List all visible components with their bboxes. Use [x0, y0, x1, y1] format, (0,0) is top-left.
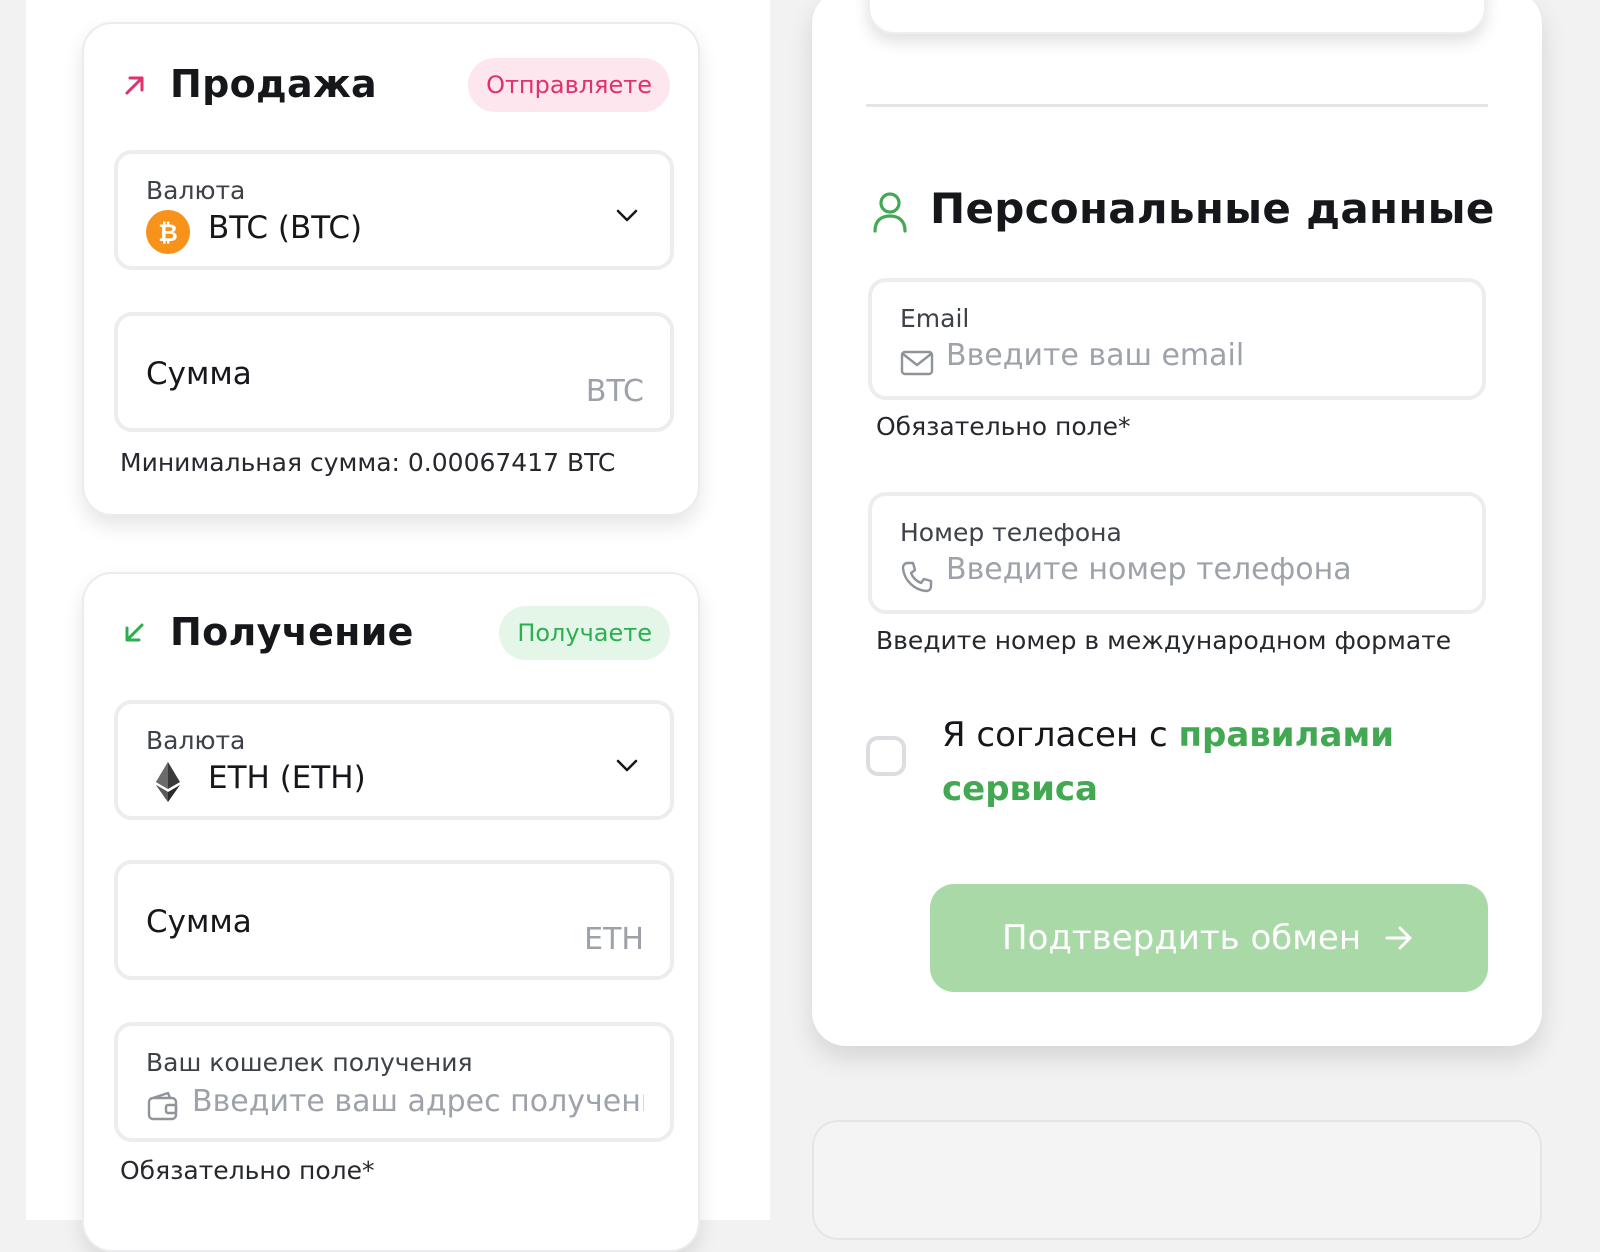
chevron-down-icon[interactable]: [614, 202, 640, 228]
sell-amount-unit: BTC: [585, 374, 644, 409]
wallet-input[interactable]: Введите ваш адрес получения: [192, 1084, 644, 1119]
receive-amount-field[interactable]: Сумма ETH: [114, 860, 674, 980]
phone-label: Номер телефона: [900, 518, 1122, 547]
arrow-down-left-icon: [125, 623, 144, 642]
next-section-card: [812, 1120, 1542, 1240]
receive-card-header: Получение Получаете: [116, 606, 670, 662]
phone-input[interactable]: Введите номер телефона: [946, 552, 1352, 587]
svg-text:₿: ₿: [158, 219, 178, 247]
receive-currency-select[interactable]: Валюта ETH (ETH): [114, 700, 674, 820]
agree-text: Я согласен с правилами сервиса: [942, 708, 1462, 816]
phone-icon: [901, 561, 933, 593]
section-divider: [866, 104, 1488, 107]
sell-currency-select[interactable]: Валюта ₿ BTC (BTC): [114, 150, 674, 270]
sell-card-header: Продажа Отправляете: [116, 58, 670, 114]
phone-field[interactable]: Номер телефона Введите номер телефона: [868, 492, 1486, 614]
receive-badge: Получаете: [499, 606, 670, 660]
sell-amount-label: Сумма: [146, 356, 252, 392]
email-label: Email: [900, 304, 970, 333]
confirm-exchange-button[interactable]: Подтвердить обмен: [930, 884, 1488, 992]
personal-data-title: Персональные данные: [930, 184, 1495, 233]
chevron-down-icon[interactable]: [614, 752, 640, 778]
sell-amount-field[interactable]: Сумма BTC: [114, 312, 674, 432]
receive-currency-value: ETH (ETH): [208, 760, 366, 796]
wallet-required-hint: Обязательно поле*: [120, 1156, 375, 1185]
receive-card: Получение Получаете Валюта ETH (ETH) Сум…: [82, 572, 700, 1252]
previous-section-card: [868, 0, 1486, 34]
mail-icon: [900, 350, 934, 376]
wallet-icon: [147, 1091, 178, 1121]
email-input[interactable]: Введите ваш email: [946, 338, 1244, 373]
receive-amount-unit: ETH: [584, 922, 644, 957]
arrow-right-icon: [1385, 926, 1412, 950]
agree-checkbox[interactable]: [866, 736, 906, 776]
wallet-label: Ваш кошелек получения: [146, 1048, 473, 1077]
agree-prefix: Я согласен с: [942, 715, 1179, 755]
phone-format-hint: Введите номер в международном формате: [876, 626, 1452, 655]
btc-coin-icon: ₿: [146, 210, 190, 254]
sell-min-amount: Минимальная сумма: 0.00067417 BTC: [120, 448, 616, 477]
arrow-up-right-icon: [125, 76, 144, 95]
eth-coin-icon: [156, 762, 180, 802]
send-badge: Отправляете: [468, 58, 670, 112]
receive-title: Получение: [170, 610, 414, 654]
confirm-button-label: Подтвердить обмен: [1002, 918, 1362, 958]
user-icon: [873, 192, 907, 233]
email-field[interactable]: Email Введите ваш email: [868, 278, 1486, 400]
sell-title: Продажа: [170, 62, 377, 106]
email-required-hint: Обязательно поле*: [876, 412, 1131, 441]
sell-currency-value: BTC (BTC): [208, 210, 363, 246]
sell-card: Продажа Отправляете Валюта ₿ BTC (BTC) С…: [82, 22, 700, 516]
receive-currency-label: Валюта: [146, 726, 246, 755]
receive-amount-label: Сумма: [146, 904, 252, 940]
wallet-address-field[interactable]: Ваш кошелек получения Введите ваш адрес …: [114, 1022, 674, 1142]
sell-currency-label: Валюта: [146, 176, 246, 205]
